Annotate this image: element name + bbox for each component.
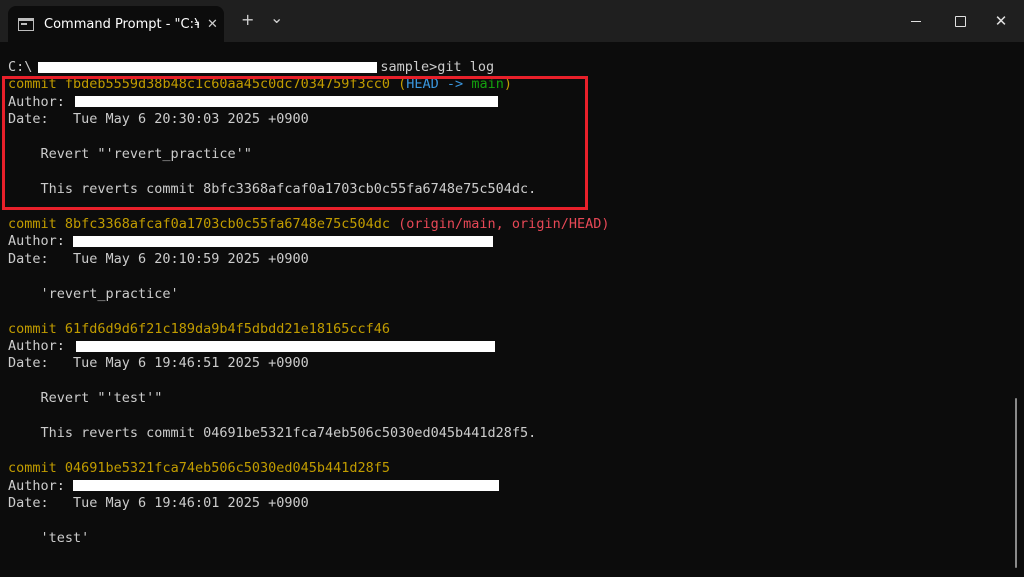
commit-label: commit bbox=[8, 320, 65, 337]
scrollbar[interactable] bbox=[1015, 398, 1017, 568]
new-tab-button[interactable]: + bbox=[241, 10, 254, 29]
commit-hash: 61fd6d9d6f21c189da9b4f5dbdd21e18165ccf46 bbox=[64, 320, 391, 337]
tab-close-icon[interactable]: ✕ bbox=[207, 17, 218, 32]
minimize-icon bbox=[911, 20, 921, 22]
date-line: Date: Tue May 6 19:46:51 2025 +0900 bbox=[8, 355, 309, 372]
commit-message: This reverts commit 04691be5321fca74eb50… bbox=[8, 425, 609, 442]
redacted-author bbox=[73, 235, 494, 247]
command-prompt-icon bbox=[18, 17, 34, 31]
commit-message: 'revert_practice' bbox=[8, 286, 609, 303]
message-text: Revert "'test'" bbox=[40, 390, 163, 407]
maximize-icon bbox=[954, 15, 966, 27]
prompt-line: C:\ sample>git log bbox=[8, 59, 609, 76]
author-label: Author: bbox=[8, 233, 74, 250]
title-bar: Command Prompt - "C:¥Progr ✕ + ⌄ ✕ bbox=[0, 0, 1024, 42]
tab-dropdown-button[interactable]: ⌄ bbox=[270, 8, 283, 27]
tab-command-prompt[interactable]: Command Prompt - "C:¥Progr ✕ bbox=[8, 6, 224, 42]
commit-label: commit bbox=[8, 215, 65, 232]
commit-refs: (origin/main, origin/HEAD) bbox=[390, 215, 610, 232]
prompt-command: sample>git log bbox=[380, 59, 495, 75]
commit-label: commit bbox=[8, 460, 65, 477]
commit-line: commit 8bfc3368afcaf0a1703cb0c55fa6748e7… bbox=[8, 216, 609, 233]
date-line: Date: Tue May 6 20:10:59 2025 +0900 bbox=[8, 250, 309, 267]
close-window-button[interactable]: ✕ bbox=[978, 0, 1024, 42]
commit-line: commit 04691be5321fca74eb506c5030ed045b4… bbox=[8, 460, 609, 477]
commit-message: 'test' bbox=[8, 530, 609, 547]
commit-message: Revert "'test'" bbox=[8, 390, 609, 407]
prompt-prefix: C:\ bbox=[8, 59, 33, 75]
tab-title: Command Prompt - "C:¥Progr bbox=[44, 16, 199, 32]
commit-line: commit 61fd6d9d6f21c189da9b4f5dbdd21e181… bbox=[8, 321, 609, 338]
redacted-path bbox=[38, 61, 378, 73]
redacted-author bbox=[76, 340, 496, 352]
message-text: 'test' bbox=[40, 529, 90, 546]
author-line: Author: bbox=[8, 338, 609, 355]
date-line: Date: Tue May 6 19:46:01 2025 +0900 bbox=[8, 494, 309, 511]
maximize-button[interactable] bbox=[937, 0, 983, 42]
author-label: Author: bbox=[8, 477, 74, 494]
message-text: 'revert_practice' bbox=[40, 285, 179, 302]
author-label: Author: bbox=[8, 338, 74, 354]
highlight-box bbox=[2, 76, 588, 210]
minimize-button[interactable] bbox=[893, 0, 939, 42]
close-icon: ✕ bbox=[994, 12, 1008, 30]
commit-hash: 8bfc3368afcaf0a1703cb0c55fa6748e75c504dc bbox=[64, 215, 391, 232]
message-text: This reverts commit 04691be5321fca74eb50… bbox=[40, 425, 537, 442]
author-line: Author: bbox=[8, 478, 609, 495]
redacted-author bbox=[73, 480, 500, 491]
commit-hash: 04691be5321fca74eb506c5030ed045b441d28f5 bbox=[64, 460, 391, 477]
author-line: Author: bbox=[8, 233, 609, 250]
